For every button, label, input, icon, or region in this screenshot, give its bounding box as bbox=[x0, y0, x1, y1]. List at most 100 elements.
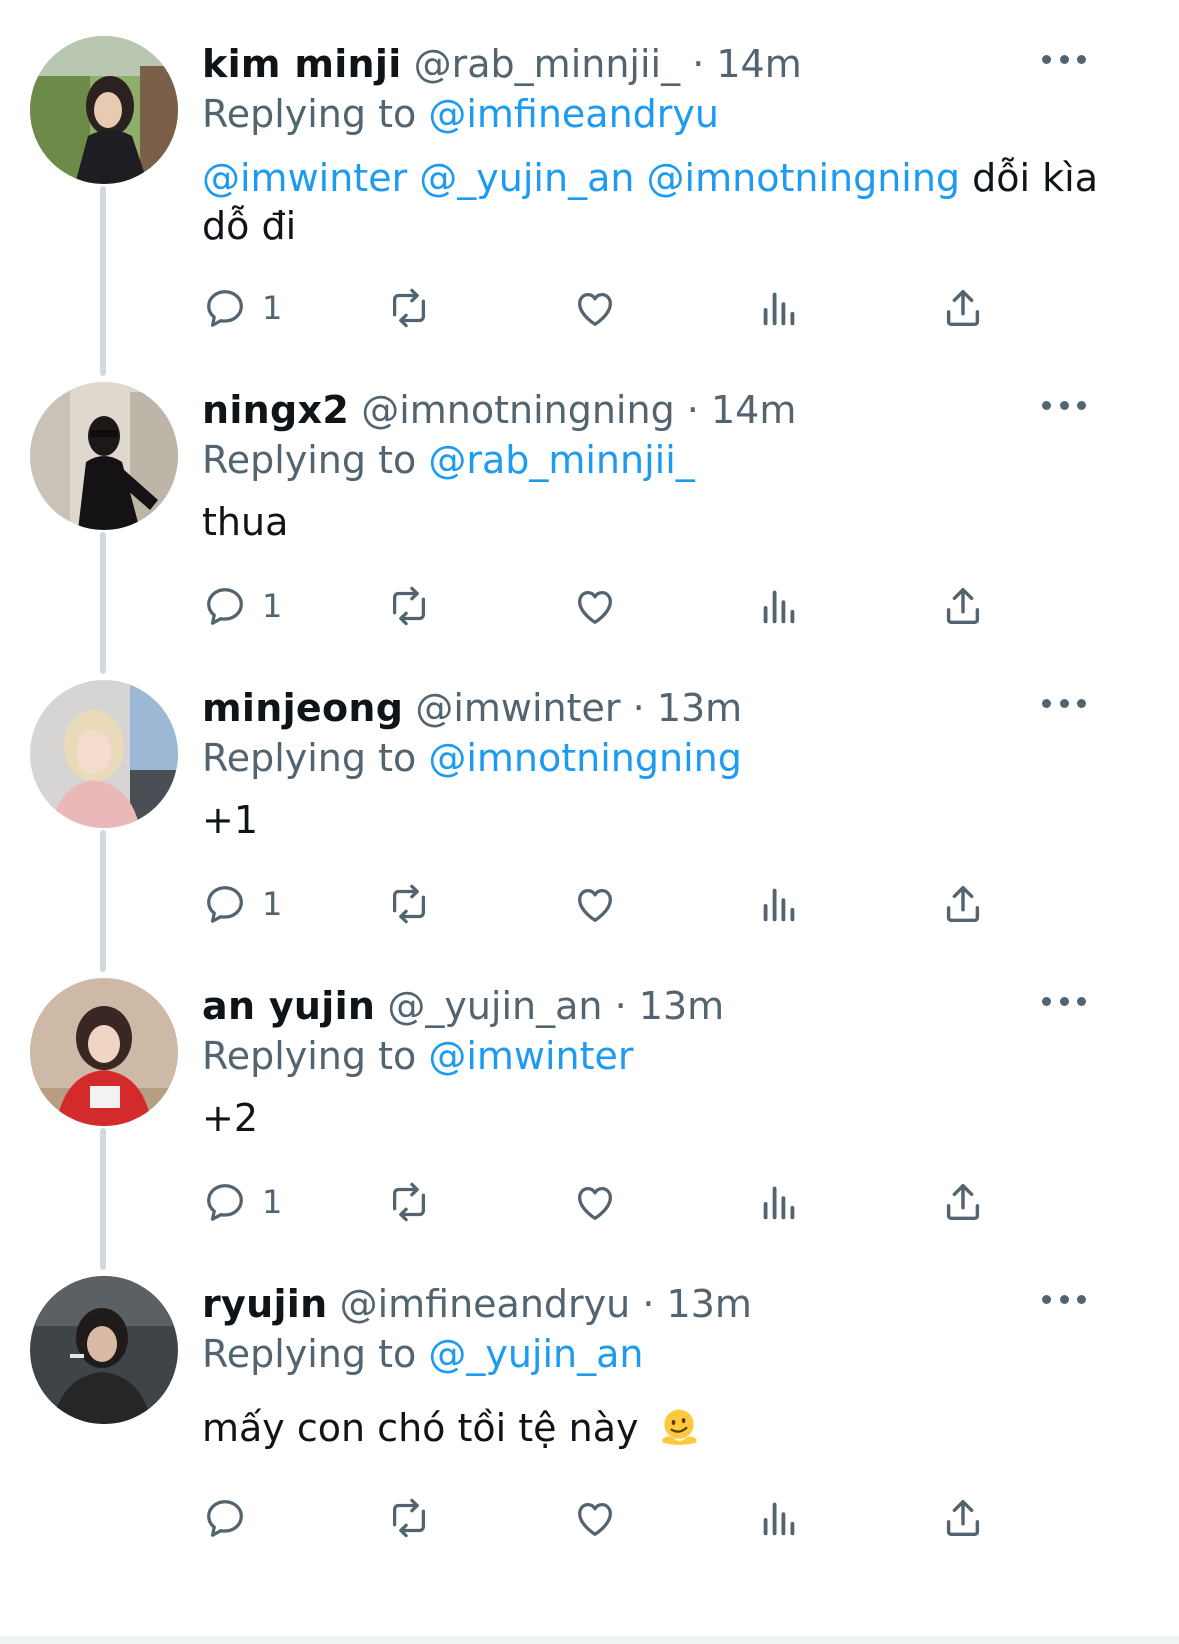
reply-button[interactable]: 1 bbox=[202, 1174, 282, 1230]
reply-count: 1 bbox=[262, 885, 283, 923]
retweet-button[interactable] bbox=[386, 1490, 432, 1546]
replying-to: Replying to @imnotningning bbox=[202, 734, 742, 782]
like-button[interactable] bbox=[572, 1490, 618, 1546]
tweet-header: minjeong @imwinter · 13m bbox=[202, 684, 742, 732]
reply-icon bbox=[207, 588, 243, 625]
reply-button[interactable]: 1 bbox=[202, 578, 282, 634]
views-button[interactable] bbox=[756, 1174, 802, 1230]
retweet-button[interactable] bbox=[386, 1174, 432, 1230]
mention-link[interactable]: @imwinter bbox=[202, 156, 407, 200]
more-dots-icon[interactable] bbox=[1042, 994, 1086, 1008]
tweet-text: mấy con chó tồi tệ này bbox=[202, 1404, 1102, 1452]
display-name[interactable]: an yujin bbox=[202, 984, 375, 1028]
mention-link[interactable]: @_yujin_an bbox=[419, 156, 634, 200]
retweet-button[interactable] bbox=[386, 280, 432, 336]
heart-icon bbox=[578, 1502, 612, 1536]
mention-link[interactable]: @imnotningning bbox=[647, 156, 961, 200]
views-chart-icon bbox=[763, 888, 795, 922]
share-button[interactable] bbox=[940, 1490, 986, 1546]
more-dots-icon[interactable] bbox=[1042, 1292, 1086, 1306]
replying-to-mention[interactable]: @rab_minnjii_ bbox=[428, 438, 694, 482]
replying-to-mention[interactable]: @imnotningning bbox=[428, 736, 742, 780]
user-handle[interactable]: @_yujin_an bbox=[387, 984, 602, 1028]
replying-prefix: Replying to bbox=[202, 92, 417, 136]
share-icon bbox=[946, 289, 980, 327]
avatar-image bbox=[30, 1276, 178, 1424]
user-handle[interactable]: @imnotningning bbox=[361, 388, 675, 432]
reply-button[interactable]: 1 bbox=[202, 876, 282, 932]
avatar-image bbox=[30, 680, 178, 828]
tweet-header: ryujin @imfineandryu · 13m bbox=[202, 1280, 752, 1328]
retweet-icon bbox=[392, 586, 426, 626]
timestamp[interactable]: 14m bbox=[716, 42, 801, 86]
avatar[interactable] bbox=[30, 978, 178, 1126]
heart-icon bbox=[578, 1186, 612, 1220]
timestamp[interactable]: 13m bbox=[667, 1282, 752, 1326]
like-button[interactable] bbox=[572, 280, 618, 336]
reply-count: 1 bbox=[262, 587, 283, 625]
retweet-icon bbox=[392, 884, 426, 924]
user-handle[interactable]: @rab_minnjii_ bbox=[414, 42, 680, 86]
more-dots-icon[interactable] bbox=[1042, 696, 1086, 710]
action-bar: 1 bbox=[0, 1174, 1179, 1230]
more-dots-icon[interactable] bbox=[1042, 52, 1086, 66]
avatar[interactable] bbox=[30, 1276, 178, 1424]
reply-button[interactable]: 1 bbox=[202, 280, 282, 336]
replying-to-mention[interactable]: @imfineandryu bbox=[428, 92, 719, 136]
share-button[interactable] bbox=[940, 280, 986, 336]
share-button[interactable] bbox=[940, 578, 986, 634]
replying-to-mention[interactable]: @imwinter bbox=[428, 1034, 633, 1078]
tweet-text-tail: dỗi kìa bbox=[972, 156, 1098, 200]
share-button[interactable] bbox=[940, 1174, 986, 1230]
like-button[interactable] bbox=[572, 1174, 618, 1230]
separator: · bbox=[642, 1282, 655, 1326]
like-button[interactable] bbox=[572, 578, 618, 634]
replying-to: Replying to @rab_minnjii_ bbox=[202, 436, 695, 484]
share-icon bbox=[946, 885, 980, 923]
views-button[interactable] bbox=[756, 1490, 802, 1546]
reply-icon bbox=[207, 1184, 243, 1221]
user-handle[interactable]: @imwinter bbox=[415, 686, 620, 730]
reply-icon bbox=[207, 290, 243, 327]
replying-prefix: Replying to bbox=[202, 736, 417, 780]
replying-to-mention[interactable]: @_yujin_an bbox=[428, 1332, 643, 1376]
timestamp[interactable]: 14m bbox=[711, 388, 796, 432]
retweet-icon bbox=[392, 1498, 426, 1538]
separator: · bbox=[686, 388, 699, 432]
tweet-text-line: dỗ đi bbox=[202, 204, 297, 248]
replying-prefix: Replying to bbox=[202, 438, 417, 482]
share-icon bbox=[946, 587, 980, 625]
tweet[interactable]: ryujin @imfineandryu · 13m Replying to @… bbox=[0, 1276, 1179, 1626]
views-button[interactable] bbox=[756, 578, 802, 634]
timestamp[interactable]: 13m bbox=[639, 984, 724, 1028]
tweet[interactable]: ningx2 @imnotningning · 14m Replying to … bbox=[0, 382, 1179, 642]
views-chart-icon bbox=[763, 292, 795, 326]
avatar[interactable] bbox=[30, 382, 178, 530]
views-button[interactable] bbox=[756, 280, 802, 336]
display-name[interactable]: ningx2 bbox=[202, 388, 349, 432]
share-button[interactable] bbox=[940, 876, 986, 932]
avatar[interactable] bbox=[30, 680, 178, 828]
avatar[interactable] bbox=[30, 36, 178, 184]
reply-icon bbox=[207, 886, 243, 923]
tweet[interactable]: kim minji @rab_minnjii_ · 14m Replying t… bbox=[0, 36, 1179, 336]
tweet-header: kim minji @rab_minnjii_ · 14m bbox=[202, 40, 802, 88]
tweet-text: thua bbox=[202, 500, 289, 544]
tweet[interactable]: an yujin @_yujin_an · 13m Replying to @i… bbox=[0, 978, 1179, 1238]
heart-icon bbox=[578, 292, 612, 326]
separator: · bbox=[692, 42, 705, 86]
like-button[interactable] bbox=[572, 876, 618, 932]
action-bar bbox=[0, 1490, 1179, 1546]
reply-button[interactable] bbox=[202, 1490, 262, 1546]
display-name[interactable]: ryujin bbox=[202, 1282, 327, 1326]
retweet-button[interactable] bbox=[386, 876, 432, 932]
heart-icon bbox=[578, 590, 612, 624]
user-handle[interactable]: @imfineandryu bbox=[340, 1282, 631, 1326]
timestamp[interactable]: 13m bbox=[657, 686, 742, 730]
more-dots-icon[interactable] bbox=[1042, 398, 1086, 412]
display-name[interactable]: minjeong bbox=[202, 686, 403, 730]
retweet-button[interactable] bbox=[386, 578, 432, 634]
tweet[interactable]: minjeong @imwinter · 13m Replying to @im… bbox=[0, 680, 1179, 940]
views-button[interactable] bbox=[756, 876, 802, 932]
display-name[interactable]: kim minji bbox=[202, 42, 402, 86]
